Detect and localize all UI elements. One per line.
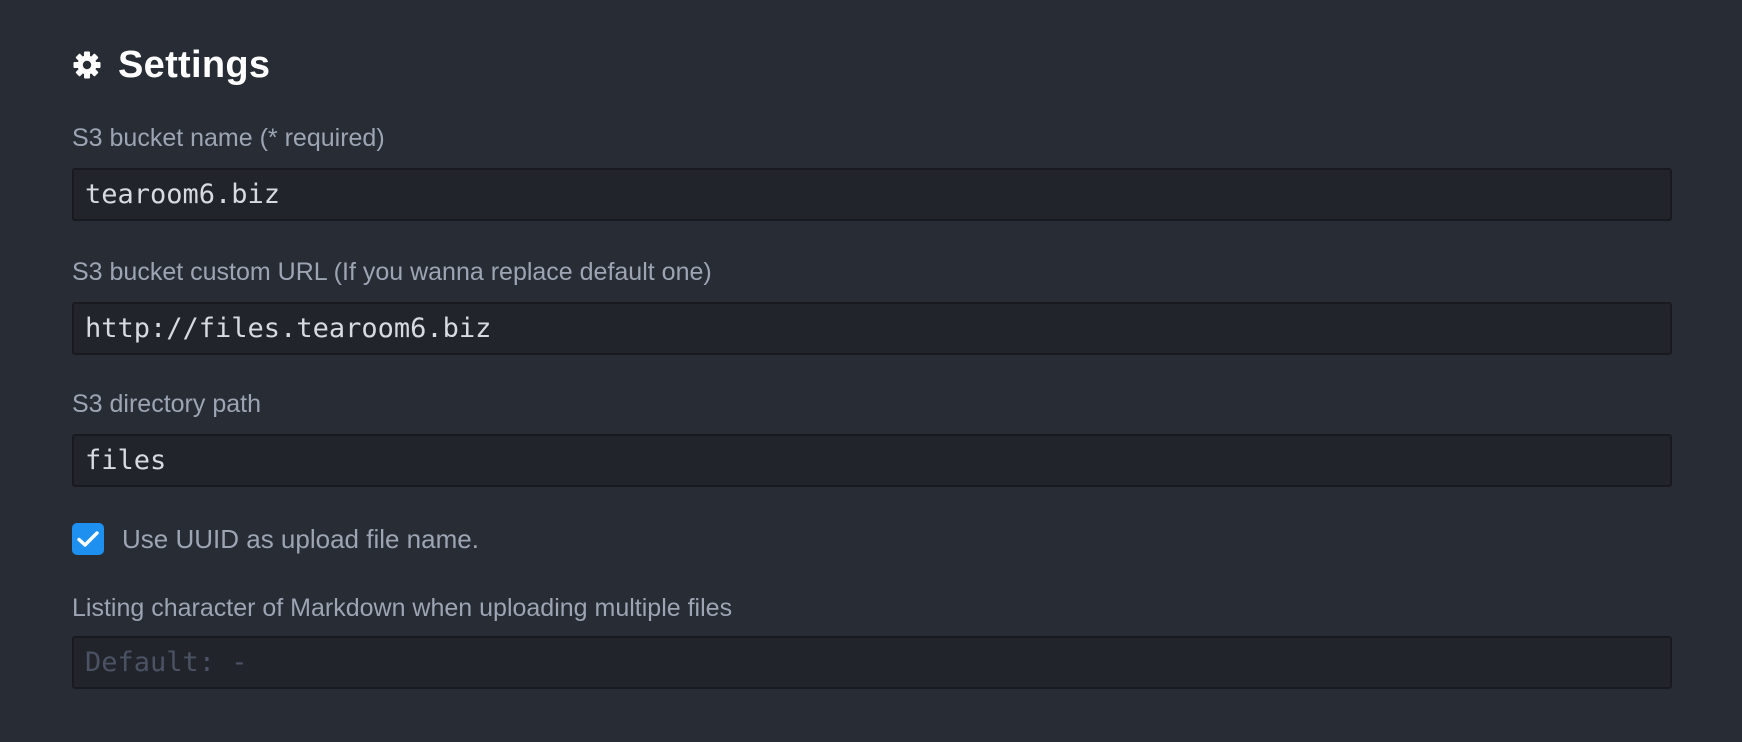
bucket-name-label: S3 bucket name (* required) bbox=[72, 124, 385, 152]
use-uuid-label: Use UUID as upload file name. bbox=[122, 523, 479, 554]
bucket-name-input[interactable] bbox=[72, 168, 1672, 221]
custom-url-label: S3 bucket custom URL (If you wanna repla… bbox=[72, 258, 712, 286]
directory-path-input[interactable] bbox=[72, 434, 1672, 487]
use-uuid-option[interactable]: Use UUID as upload file name. bbox=[72, 522, 479, 556]
settings-header: Settings bbox=[72, 40, 270, 90]
custom-url-input[interactable] bbox=[72, 302, 1672, 355]
directory-path-label: S3 directory path bbox=[72, 390, 261, 418]
use-uuid-checkbox[interactable] bbox=[72, 523, 104, 555]
settings-panel: Settings S3 bucket name (* required) S3 … bbox=[0, 0, 1742, 742]
listing-character-input[interactable] bbox=[72, 636, 1672, 689]
gear-icon bbox=[72, 50, 102, 80]
page-title: Settings bbox=[118, 43, 271, 86]
checkmark-icon bbox=[77, 531, 99, 547]
listing-character-label: Listing character of Markdown when uploa… bbox=[72, 594, 733, 622]
